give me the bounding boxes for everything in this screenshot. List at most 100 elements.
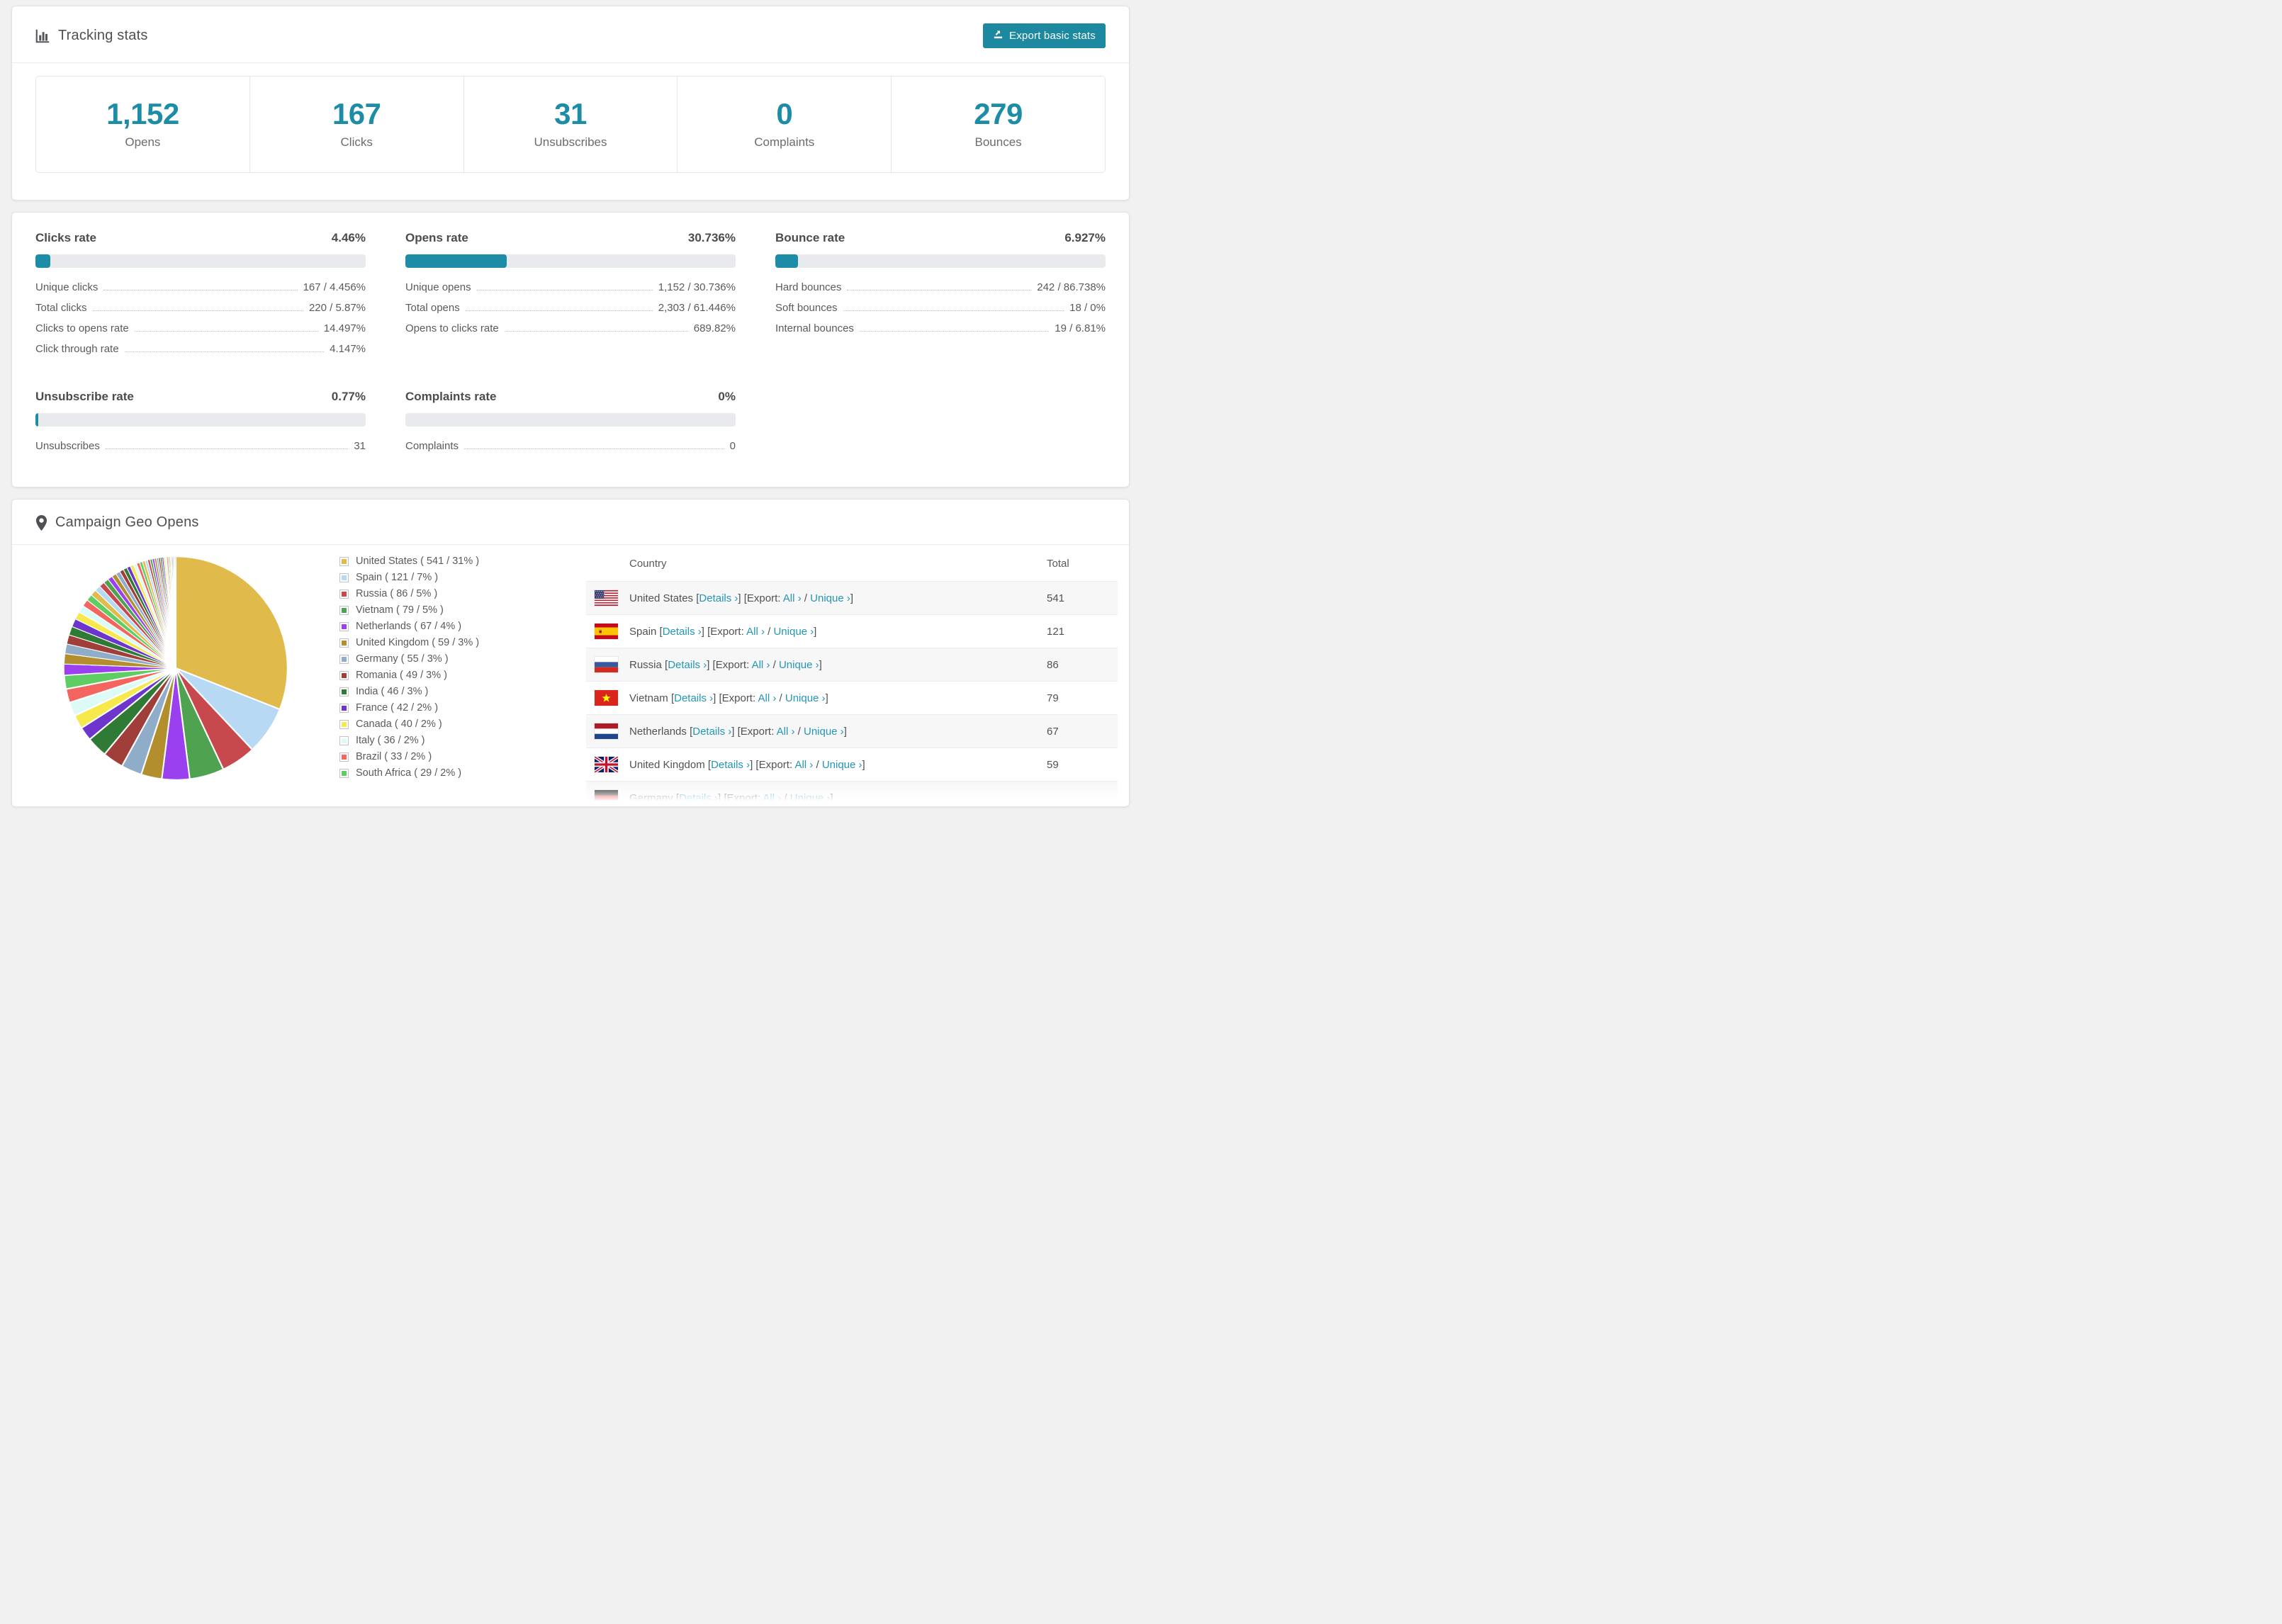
legend-swatch: [339, 654, 349, 664]
dotted-leader: [859, 331, 1050, 332]
legend-label: France ( 42 / 2% ): [356, 702, 439, 714]
details-link[interactable]: Details ›: [663, 626, 702, 638]
rate-block-bounce-rate: Bounce rate 6.927% Hard bounces 242 / 86…: [775, 231, 1106, 360]
rate-title: Clicks rate: [35, 231, 96, 245]
export-all-link[interactable]: All ›: [746, 626, 765, 638]
legend-swatch: [339, 556, 349, 566]
rate-title: Opens rate: [405, 231, 468, 245]
tracking-stats-title-text: Tracking stats: [58, 28, 148, 43]
rate-row-unique-opens: Unique opens 1,152 / 30.736%: [405, 278, 736, 298]
country-cell: Vietnam [Details ›] [Export: All › / Uni…: [629, 692, 828, 704]
rate-row-value: 220 / 5.87%: [308, 302, 366, 315]
progress-fill: [35, 254, 50, 269]
legend-swatch: [339, 573, 349, 582]
legend-label: United States ( 541 / 31% ): [356, 556, 480, 568]
export-unique-link[interactable]: Unique ›: [804, 726, 844, 738]
progress-fill: [775, 254, 799, 269]
progress-fill: [35, 413, 38, 427]
country-name: Vietnam: [629, 692, 668, 704]
country-total: 121: [1047, 625, 1065, 638]
geo-title: Campaign Geo Opens: [35, 514, 199, 531]
rate-row-value: 18 / 0%: [1069, 302, 1106, 315]
dotted-leader: [465, 310, 653, 312]
stat-value: 1,152: [106, 97, 179, 130]
legend-label: United Kingdom ( 59 / 3% ): [356, 637, 480, 649]
legend-swatch: [339, 719, 349, 729]
country-name: United Kingdom: [629, 758, 705, 771]
details-link[interactable]: Details ›: [699, 592, 738, 604]
stat-value: 31: [554, 97, 587, 130]
rate-row-value: 4.147%: [330, 343, 366, 356]
geo-title-text: Campaign Geo Opens: [55, 514, 199, 531]
rate-row-hard-bounces: Hard bounces 242 / 86.738%: [775, 278, 1106, 298]
details-link[interactable]: Details ›: [679, 792, 718, 804]
details-link[interactable]: Details ›: [711, 759, 750, 771]
rate-row-complaints: Complaints 0: [405, 436, 736, 457]
legend-item-russia: Russia ( 86 / 5% ): [339, 588, 586, 599]
export-all-link[interactable]: All ›: [783, 592, 802, 604]
legend-swatch: [339, 687, 349, 697]
legend-swatch: [339, 605, 349, 615]
rate-head: Clicks rate 4.46%: [35, 231, 366, 245]
stat-value: 167: [332, 97, 381, 130]
country-total: 67: [1047, 725, 1059, 738]
legend-label: Canada ( 40 / 2% ): [356, 718, 442, 731]
progress-track: [405, 413, 736, 427]
rate-value: 0.77%: [331, 390, 366, 404]
rate-row-total-clicks: Total clicks 220 / 5.87%: [35, 298, 366, 319]
export-all-link[interactable]: All ›: [758, 692, 777, 704]
legend-label: Romania ( 49 / 3% ): [356, 670, 447, 682]
rate-row-internal-bounces: Internal bounces 19 / 6.81%: [775, 319, 1106, 339]
details-link[interactable]: Details ›: [674, 692, 713, 704]
export-all-link[interactable]: All ›: [777, 726, 795, 738]
rate-block-opens-rate: Opens rate 30.736% Unique opens 1,152 / …: [405, 231, 736, 360]
flag-de-icon: [595, 790, 618, 806]
legend-label: Vietnam ( 79 / 5% ): [356, 604, 444, 616]
rate-title: Complaints rate: [405, 390, 497, 404]
legend-swatch: [339, 735, 349, 745]
stat-value: 279: [974, 97, 1023, 130]
progress-track: [405, 254, 736, 269]
rate-row-label: Unique clicks: [35, 281, 99, 294]
rate-row-value: 19 / 6.81%: [1055, 322, 1106, 335]
geo-pie-chart: [12, 545, 339, 806]
export-unique-link[interactable]: Unique ›: [822, 759, 862, 771]
details-link[interactable]: Details ›: [692, 726, 731, 738]
details-link[interactable]: Details ›: [668, 659, 707, 671]
legend-swatch: [339, 638, 349, 648]
rate-row-label: Click through rate: [35, 343, 119, 356]
rate-row-value: 1,152 / 30.736%: [658, 281, 736, 294]
legend-label: Netherlands ( 67 / 4% ): [356, 621, 462, 633]
export-all-link[interactable]: All ›: [752, 659, 770, 671]
export-unique-link[interactable]: Unique ›: [810, 592, 850, 604]
flag-es-icon: [595, 624, 618, 640]
export-unique-link[interactable]: Unique ›: [790, 792, 831, 804]
legend-label: Germany ( 55 / 3% ): [356, 653, 449, 665]
export-unique-link[interactable]: Unique ›: [779, 659, 819, 671]
tracking-stats-card: Tracking stats Export basic stats 1,152 …: [11, 6, 1130, 201]
rate-row-label: Internal bounces: [775, 322, 854, 335]
country-cell: Russia [Details ›] [Export: All › / Uniq…: [629, 658, 822, 671]
geo-table-row-russia: Russia [Details ›] [Export: All › / Uniq…: [586, 648, 1118, 682]
legend-item-india: India ( 46 / 3% ): [339, 686, 586, 697]
legend-item-netherlands: Netherlands ( 67 / 4% ): [339, 621, 586, 632]
legend-item-united-states: United States ( 541 / 31% ): [339, 556, 586, 567]
export-unique-link[interactable]: Unique ›: [785, 692, 826, 704]
country-name: Netherlands: [629, 725, 687, 738]
legend-swatch: [339, 703, 349, 713]
rate-row-value: 242 / 86.738%: [1037, 281, 1106, 294]
export-all-link[interactable]: All ›: [763, 792, 781, 804]
export-basic-stats-button[interactable]: Export basic stats: [983, 23, 1106, 48]
legend-item-south-africa: South Africa ( 29 / 2% ): [339, 767, 586, 779]
geo-table-row-vietnam: Vietnam [Details ›] [Export: All › / Uni…: [586, 681, 1118, 714]
rate-block-clicks-rate: Clicks rate 4.46% Unique clicks 167 / 4.…: [35, 231, 366, 360]
rate-row-label: Total clicks: [35, 302, 87, 315]
progress-track: [35, 254, 366, 269]
stat-label: Unsubscribes: [534, 135, 607, 150]
legend-item-germany: Germany ( 55 / 3% ): [339, 653, 586, 665]
export-unique-link[interactable]: Unique ›: [773, 626, 814, 638]
flag-vn-icon: [595, 690, 618, 706]
export-all-link[interactable]: All ›: [794, 759, 813, 771]
geo-content: United States ( 541 / 31% ) Spain ( 121 …: [12, 545, 1129, 807]
rate-row-label: Total opens: [405, 302, 460, 315]
